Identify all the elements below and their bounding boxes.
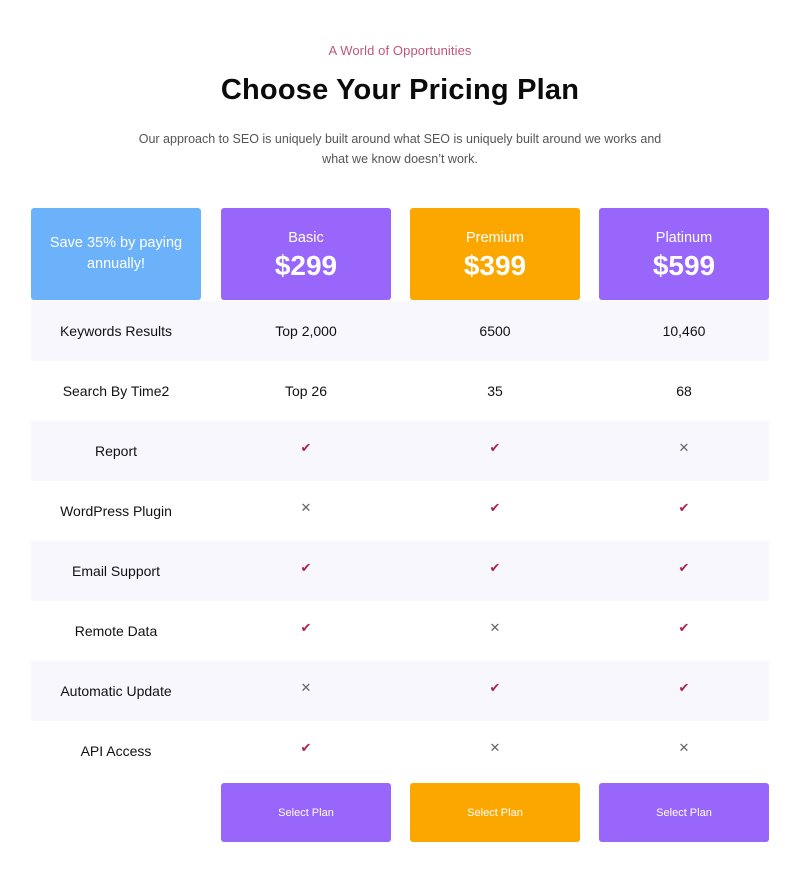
check-icon: ✔	[489, 440, 501, 455]
feature-value: Top 2,000	[275, 323, 337, 339]
feature-label: Keywords Results	[59, 323, 173, 339]
feature-value-cell: ✕	[221, 661, 391, 721]
feature-row: Remote Data ✔ ✕ ✔	[31, 601, 769, 661]
plan-name: Basic	[288, 230, 324, 246]
feature-value-cell: ✔	[221, 601, 391, 661]
check-icon: ✔	[678, 680, 690, 695]
feature-label: Automatic Update	[60, 683, 172, 699]
check-icon: ✔	[300, 620, 312, 635]
feature-row: Report ✔ ✔ ✕	[31, 421, 769, 481]
cross-icon: ✕	[489, 740, 501, 755]
cross-icon: ✕	[489, 620, 501, 635]
feature-value: 35	[487, 383, 503, 399]
feature-value-cell: ✔	[410, 661, 580, 721]
feature-rows: Keywords Results Top 2,000 6500 10,460 Searc…	[31, 301, 769, 781]
feature-value-cell: ✕	[221, 481, 391, 541]
page-subtitle: Our approach to SEO is uniquely built ar…	[138, 132, 662, 166]
check-icon: ✔	[678, 560, 690, 575]
check-icon: ✔	[300, 560, 312, 575]
cross-icon: ✕	[678, 740, 690, 755]
feature-label: Remote Data	[74, 623, 158, 639]
feature-value-cell: ✔	[410, 481, 580, 541]
select-plan-premium-button[interactable]: Select Plan	[410, 783, 580, 842]
page-title: Choose Your Pricing Plan	[220, 74, 580, 106]
check-icon: ✔	[300, 740, 312, 755]
feature-row: WordPress Plugin ✕ ✔ ✔	[31, 481, 769, 541]
feature-label: Search By Time2	[62, 383, 170, 399]
feature-value-cell: ✔	[599, 601, 769, 661]
check-icon: ✔	[489, 500, 501, 515]
select-plan-row: Select Plan Select Plan Select Plan	[31, 781, 769, 843]
plan-name: Premium	[465, 230, 524, 246]
plan-name: Platinum	[655, 230, 713, 246]
plan-price: $399	[463, 250, 527, 281]
feature-value: Top 26	[284, 383, 328, 399]
feature-row: Automatic Update ✕ ✔ ✔	[31, 661, 769, 721]
feature-row: Keywords Results Top 2,000 6500 10,460	[31, 301, 769, 361]
feature-value-cell: ✕	[410, 721, 580, 781]
feature-value-cell: ✕	[599, 421, 769, 481]
feature-row: Search By Time2 Top 26 35 68	[31, 361, 769, 421]
feature-value-cell: ✔	[599, 661, 769, 721]
feature-label: API Access	[80, 743, 152, 759]
cross-icon: ✕	[300, 680, 312, 695]
pricing-table: Save 35% by paying annually! Basic $299 …	[31, 208, 769, 843]
feature-row: Email Support ✔ ✔ ✔	[31, 541, 769, 601]
feature-label: WordPress Plugin	[60, 503, 172, 519]
check-icon: ✔	[489, 560, 501, 575]
pricing-header-row: Save 35% by paying annually! Basic $299 …	[31, 208, 769, 301]
plan-card-platinum: Platinum $599	[599, 208, 769, 300]
feature-value-cell: ✕	[410, 601, 580, 661]
feature-value-cell: ✔	[599, 481, 769, 541]
feature-value-cell: ✔	[221, 421, 391, 481]
plan-card-premium: Premium $399	[410, 208, 580, 300]
feature-value: 10,460	[662, 323, 706, 339]
cross-icon: ✕	[678, 440, 690, 455]
feature-value-cell: ✕	[599, 721, 769, 781]
cross-icon: ✕	[300, 500, 312, 515]
feature-value-cell: ✔	[599, 541, 769, 601]
check-icon: ✔	[489, 680, 501, 695]
feature-value-cell: ✔	[221, 541, 391, 601]
plan-card-basic: Basic $299	[221, 208, 391, 300]
check-icon: ✔	[678, 500, 690, 515]
select-plan-basic-button[interactable]: Select Plan	[221, 783, 391, 842]
feature-value-cell: ✔	[221, 721, 391, 781]
promo-text: Save 35% by paying annually!	[49, 235, 183, 272]
check-icon: ✔	[678, 620, 690, 635]
feature-label: Email Support	[72, 563, 160, 579]
feature-value-cell: ✔	[410, 421, 580, 481]
promo-card: Save 35% by paying annually!	[31, 208, 201, 300]
select-plan-platinum-button[interactable]: Select Plan	[599, 783, 769, 842]
feature-value: 6500	[479, 323, 511, 339]
feature-row: API Access ✔ ✕ ✕	[31, 721, 769, 781]
feature-value: 68	[676, 383, 692, 399]
eyebrow-label: A World of Opportunities	[328, 43, 472, 58]
plan-price: $599	[652, 250, 716, 281]
feature-label: Report	[94, 443, 138, 459]
check-icon: ✔	[300, 440, 312, 455]
plan-price: $299	[274, 250, 338, 281]
feature-value-cell: ✔	[410, 541, 580, 601]
